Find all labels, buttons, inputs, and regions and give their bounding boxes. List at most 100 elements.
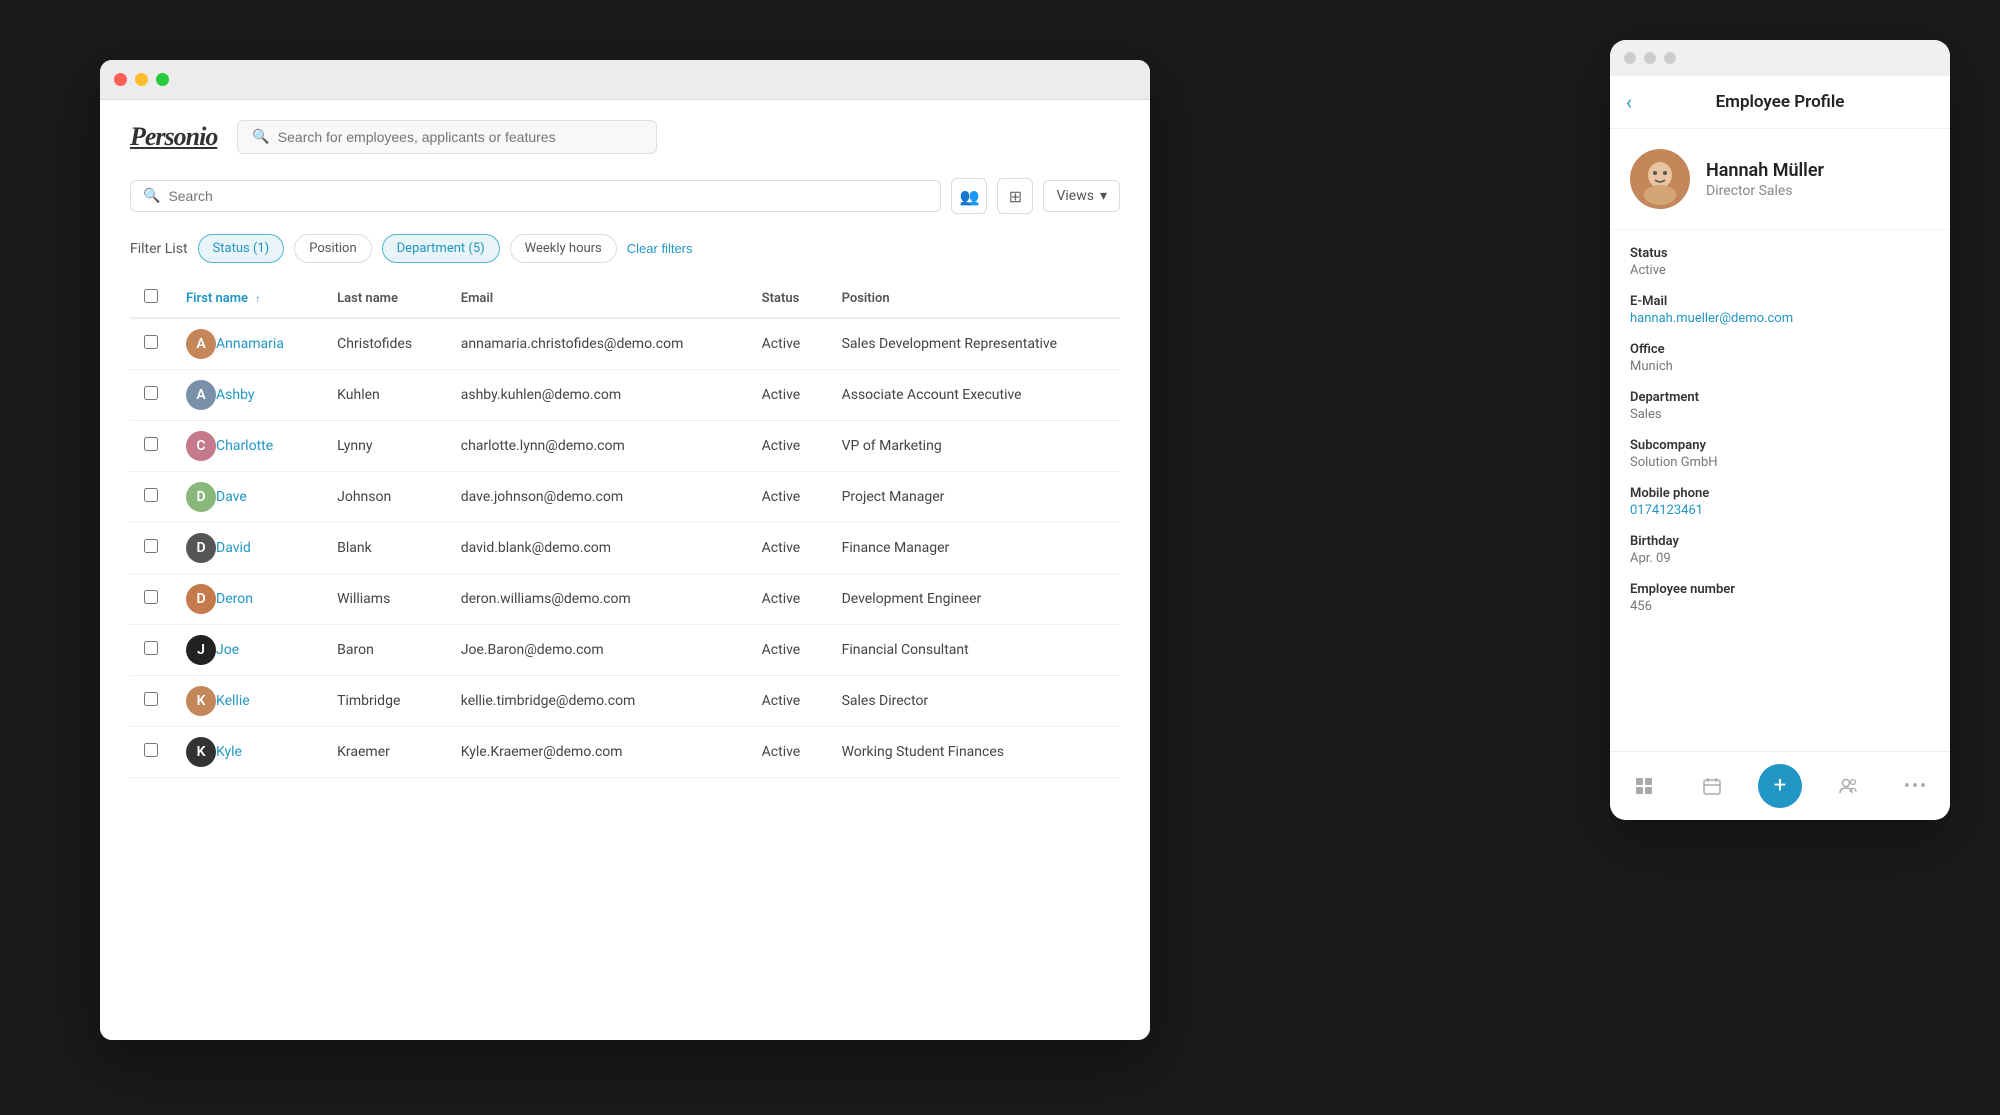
profile-detail-row: Office Munich [1630,342,1930,374]
employee-avatar: D [186,482,216,512]
employee-avatar: J [186,635,216,665]
sort-arrow-icon: ↑ [255,294,260,305]
row-checkbox-cell[interactable] [130,472,172,523]
employee-name-link[interactable]: Joe [216,642,239,658]
more-icon: ••• [1904,776,1928,797]
detail-value: Solution GmbH [1630,455,1930,470]
window-titlebar [100,60,1150,100]
first-name-cell: A Annamaria [172,318,323,370]
row-checkbox-cell[interactable] [130,574,172,625]
first-name-cell: D David [172,523,323,574]
panel-title: Employee Profile [1630,92,1930,112]
profile-name: Hannah Müller [1706,160,1824,181]
position-cell: VP of Marketing [828,421,1120,472]
nav-add-button[interactable]: + [1758,764,1802,808]
col-first-name[interactable]: First name ↑ [172,279,323,318]
row-checkbox[interactable] [144,488,158,502]
position-cell: Sales Development Representative [828,318,1120,370]
first-name-cell: K Kyle [172,727,323,778]
layout-icon: ⊞ [1009,187,1022,206]
email-cell: annamaria.christofides@demo.com [447,318,748,370]
detail-label: Mobile phone [1630,486,1930,501]
employee-avatar: D [186,533,216,563]
status-cell: Active [748,676,828,727]
views-label: Views [1056,188,1094,204]
last-name-cell: Timbridge [323,676,447,727]
first-name-cell: K Kellie [172,676,323,727]
employee-avatar: C [186,431,216,461]
row-checkbox-cell[interactable] [130,676,172,727]
row-checkbox-cell[interactable] [130,370,172,421]
first-name-cell: A Ashby [172,370,323,421]
employee-name-link[interactable]: Charlotte [216,438,273,454]
row-checkbox-cell[interactable] [130,625,172,676]
main-window: Personio 🔍 🔍 👥 ⊞ Views ▾ [100,60,1150,1040]
row-checkbox[interactable] [144,692,158,706]
position-cell: Working Student Finances [828,727,1120,778]
employee-name-link[interactable]: Deron [216,591,253,607]
layout-button[interactable]: ⊞ [997,178,1033,214]
row-checkbox[interactable] [144,335,158,349]
row-checkbox-cell[interactable] [130,421,172,472]
maximize-button[interactable] [156,73,169,86]
group-view-button[interactable]: 👥 [951,178,987,214]
select-all-header[interactable] [130,279,172,318]
row-checkbox[interactable] [144,437,158,451]
employee-name-link[interactable]: David [216,540,251,556]
nav-more-button[interactable]: ••• [1894,764,1938,808]
detail-value[interactable]: hannah.mueller@demo.com [1630,311,1930,326]
profile-panel: ‹ Employee Profile Hannah Müller Directo… [1610,40,1950,820]
profile-info-header: Hannah Müller Director Sales [1610,129,1950,230]
back-button[interactable]: ‹ [1626,90,1632,114]
panel-header: ‹ Employee Profile [1610,76,1950,129]
filter-department[interactable]: Department (5) [382,234,500,263]
row-checkbox-cell[interactable] [130,727,172,778]
search-bar[interactable]: 🔍 [130,180,941,212]
position-cell: Sales Director [828,676,1120,727]
row-checkbox[interactable] [144,641,158,655]
employee-name-link[interactable]: Dave [216,489,247,505]
table-row: J Joe Baron Joe.Baron@demo.com Active Fi… [130,625,1120,676]
search-input[interactable] [168,188,928,204]
detail-value: Sales [1630,407,1930,422]
minimize-button[interactable] [135,73,148,86]
group-icon: 👥 [960,187,980,206]
detail-label: Birthday [1630,534,1930,549]
row-checkbox[interactable] [144,539,158,553]
filter-status[interactable]: Status (1) [198,234,285,263]
last-name-cell: Kraemer [323,727,447,778]
select-all-checkbox[interactable] [144,289,158,303]
nav-calendar-button[interactable] [1690,764,1734,808]
col-position[interactable]: Position [828,279,1120,318]
global-search-input[interactable] [278,129,643,145]
plus-icon: + [1774,775,1786,797]
row-checkbox[interactable] [144,386,158,400]
filter-position[interactable]: Position [294,234,371,263]
app-logo: Personio [130,122,217,152]
profile-job-title: Director Sales [1706,183,1824,199]
employee-name-link[interactable]: Kyle [216,744,242,760]
employee-name-link[interactable]: Kellie [216,693,250,709]
position-cell: Project Manager [828,472,1120,523]
row-checkbox[interactable] [144,590,158,604]
row-checkbox-cell[interactable] [130,523,172,574]
employee-avatar: K [186,686,216,716]
chevron-down-icon: ▾ [1100,188,1107,204]
nav-grid-button[interactable] [1622,764,1666,808]
table-row: C Charlotte Lynny charlotte.lynn@demo.co… [130,421,1120,472]
close-button[interactable] [114,73,127,86]
detail-value[interactable]: 0174123461 [1630,503,1930,518]
views-dropdown[interactable]: Views ▾ [1043,180,1120,212]
global-search-bar[interactable]: 🔍 [237,120,657,154]
employee-name-link[interactable]: Annamaria [216,336,284,352]
row-checkbox-cell[interactable] [130,318,172,370]
col-last-name[interactable]: Last name [323,279,447,318]
col-email[interactable]: Email [447,279,748,318]
col-status[interactable]: Status [748,279,828,318]
clear-filters-button[interactable]: Clear filters [627,235,693,262]
status-cell: Active [748,472,828,523]
employee-name-link[interactable]: Ashby [216,387,254,403]
nav-people-button[interactable] [1826,764,1870,808]
row-checkbox[interactable] [144,743,158,757]
filter-weekly-hours[interactable]: Weekly hours [510,234,617,263]
